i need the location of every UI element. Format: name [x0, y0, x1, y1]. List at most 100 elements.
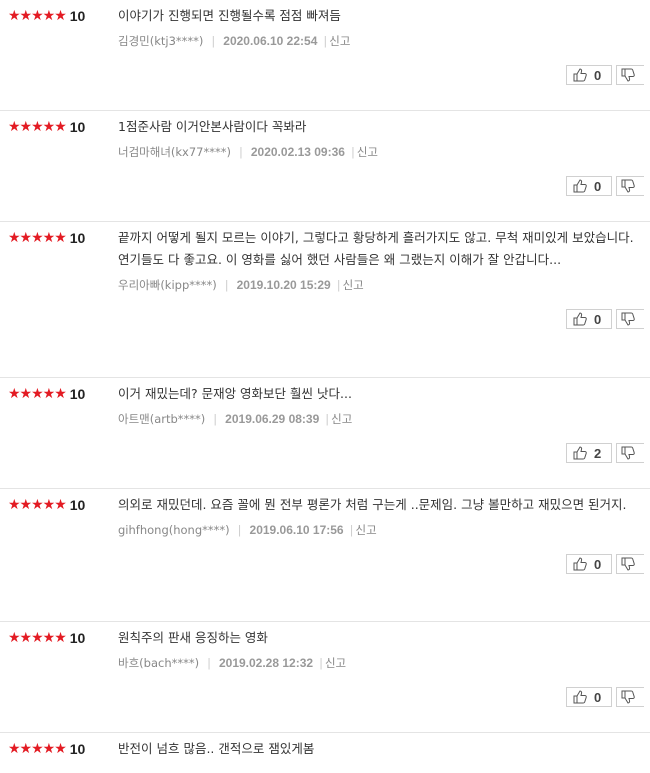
- review-date: 2019.06.10 17:56: [249, 523, 344, 537]
- divider: |: [323, 34, 328, 48]
- review-date: 2019.10.20 15:29: [236, 278, 331, 292]
- rating-score: ★★★★★ 10: [0, 119, 118, 135]
- report-link[interactable]: 신고: [357, 145, 378, 159]
- author-link[interactable]: gihfhong(hong****): [118, 523, 230, 537]
- star-rating-icon: ★★★★★: [8, 8, 67, 24]
- vote-buttons: 0: [118, 687, 644, 707]
- like-button[interactable]: 0: [566, 176, 612, 196]
- divider: |: [319, 656, 323, 670]
- star-rating-icon: ★★★★★: [8, 119, 67, 135]
- report-link[interactable]: 신고: [355, 523, 376, 537]
- review-meta: 우리아빠(kipp****) | 2019.10.20 15:29 | 신고: [118, 277, 644, 293]
- score-value: 10: [69, 386, 86, 402]
- like-count: 0: [594, 67, 602, 83]
- review-text: 이야기가 진행되면 진행될수록 점점 빠져듬: [118, 8, 341, 23]
- dislike-button[interactable]: [616, 687, 644, 707]
- vote-buttons: 0: [118, 65, 644, 85]
- divider: |: [325, 412, 330, 426]
- review-item: ★★★★★ 10 끝까지 어떻게 될지 모르는 이야기, 그렇다고 황당하게 흘…: [0, 222, 650, 378]
- dislike-button[interactable]: [616, 65, 644, 85]
- report-link[interactable]: 신고: [325, 656, 346, 670]
- author-link[interactable]: 우리아빠(kipp****): [118, 278, 217, 292]
- score-value: 10: [69, 8, 86, 24]
- dislike-button[interactable]: [616, 176, 644, 196]
- divider: |: [237, 523, 242, 537]
- like-button[interactable]: 2: [566, 443, 612, 463]
- thumbs-up-icon: [573, 179, 587, 193]
- thumbs-down-icon: [621, 68, 635, 82]
- divider: |: [224, 278, 229, 292]
- review-item: ★★★★★ 10 이야기가 진행되면 진행될수록 점점 빠져듬 김경민(ktj3…: [0, 0, 650, 111]
- like-button[interactable]: 0: [566, 554, 612, 574]
- review-text: 1점준사람 이거안본사람이다 꼭봐라: [118, 119, 307, 134]
- dislike-button[interactable]: [616, 554, 644, 574]
- thumbs-down-icon: [621, 557, 635, 571]
- review-date: 2020.02.13 09:36: [250, 145, 345, 159]
- report-link[interactable]: 신고: [329, 34, 350, 48]
- score-value: 10: [69, 630, 86, 646]
- report-link[interactable]: 신고: [343, 278, 364, 292]
- thumbs-up-icon: [573, 446, 587, 460]
- thumbs-up-icon: [573, 690, 587, 704]
- like-button[interactable]: 0: [566, 65, 612, 85]
- review-item: ★★★★★ 10 원칙주의 판새 응징하는 영화 바흐(bach****) | 20…: [0, 622, 650, 733]
- score-value: 10: [69, 119, 86, 135]
- author-link[interactable]: 바흐(bach****): [118, 656, 199, 670]
- thumbs-down-icon: [621, 179, 635, 193]
- review-list: ★★★★★ 10 이야기가 진행되면 진행될수록 점점 빠져듬 김경민(ktj3…: [0, 0, 650, 773]
- star-rating-icon: ★★★★★: [8, 741, 67, 757]
- divider: |: [238, 145, 243, 159]
- thumbs-down-icon: [621, 690, 635, 704]
- review-text: 이거 재밌는데? 문재앙 영화보단 훨씬 낫다...: [118, 386, 352, 401]
- like-button[interactable]: 0: [566, 309, 612, 329]
- star-rating-icon: ★★★★★: [8, 497, 67, 513]
- review-item: ★★★★★ 10 반전이 넘흐 많음.. 갠적으로 잼있게봄: [0, 733, 650, 773]
- rating-score: ★★★★★ 10: [0, 386, 118, 402]
- star-rating-icon: ★★★★★: [8, 386, 67, 402]
- review-meta: 너검마해녀(kx77****) | 2020.02.13 09:36 | 신고: [118, 144, 644, 160]
- author-link[interactable]: 아트맨(artb****): [118, 412, 205, 426]
- review-date: 2019.02.28 12:32: [218, 656, 314, 670]
- score-value: 10: [69, 497, 86, 513]
- rating-score: ★★★★★ 10: [0, 630, 118, 646]
- rating-score: ★★★★★ 10: [0, 497, 118, 513]
- thumbs-down-icon: [621, 312, 635, 326]
- review-text: 끝까지 어떻게 될지 모르는 이야기, 그렇다고 황당하게 흘러가지도 않고. …: [118, 230, 634, 267]
- author-link[interactable]: 너검마해녀(kx77****): [118, 145, 231, 159]
- review-item: ★★★★★ 10 1점준사람 이거안본사람이다 꼭봐라 너검마해녀(kx77**…: [0, 111, 650, 222]
- like-count: 0: [594, 311, 602, 327]
- review-text: 반전이 넘흐 많음.. 갠적으로 잼있게봄: [118, 741, 315, 756]
- divider: |: [336, 278, 341, 292]
- rating-score: ★★★★★ 10: [0, 230, 118, 246]
- divider: |: [207, 656, 211, 670]
- score-value: 10: [69, 741, 86, 757]
- review-item: ★★★★★ 10 의외로 재밌던데. 요즘 꼴에 뭔 전부 평론가 처럼 구는게…: [0, 489, 650, 622]
- report-link[interactable]: 신고: [331, 412, 352, 426]
- rating-score: ★★★★★ 10: [0, 8, 118, 24]
- divider: |: [213, 412, 218, 426]
- thumbs-up-icon: [573, 68, 587, 82]
- star-rating-icon: ★★★★★: [8, 630, 67, 646]
- dislike-button[interactable]: [616, 309, 644, 329]
- like-count: 2: [594, 445, 602, 461]
- rating-score: ★★★★★ 10: [0, 741, 118, 757]
- review-meta: 바흐(bach****) | 2019.02.28 12:32 | 신고: [118, 655, 644, 671]
- like-button[interactable]: 0: [566, 687, 612, 707]
- like-count: 0: [594, 689, 602, 705]
- review-meta: 김경민(ktj3****) | 2020.06.10 22:54 | 신고: [118, 33, 644, 49]
- like-count: 0: [594, 178, 602, 194]
- vote-buttons: 2: [118, 443, 644, 463]
- divider: |: [350, 145, 355, 159]
- like-count: 0: [594, 556, 602, 572]
- review-text: 의외로 재밌던데. 요즘 꼴에 뭔 전부 평론가 처럼 구는게 ..문제임. 그…: [118, 497, 627, 512]
- divider: |: [211, 34, 216, 48]
- vote-buttons: 0: [118, 554, 644, 574]
- vote-buttons: 0: [118, 309, 644, 329]
- author-link[interactable]: 김경민(ktj3****): [118, 34, 203, 48]
- thumbs-up-icon: [573, 312, 587, 326]
- review-meta: gihfhong(hong****) | 2019.06.10 17:56 | 신고: [118, 522, 644, 538]
- review-item: ★★★★★ 10 이거 재밌는데? 문재앙 영화보단 훨씬 낫다... 아트맨(…: [0, 378, 650, 489]
- dislike-button[interactable]: [616, 443, 644, 463]
- review-date: 2019.06.29 08:39: [225, 412, 320, 426]
- review-meta: 아트맨(artb****) | 2019.06.29 08:39 | 신고: [118, 411, 644, 427]
